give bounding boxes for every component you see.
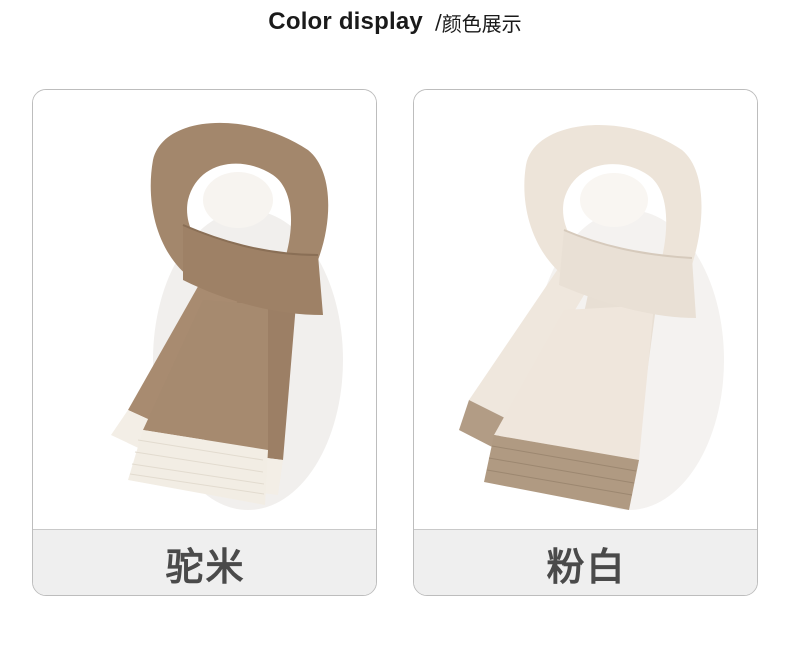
scarf-image-camel[interactable] (33, 90, 376, 529)
header-separator: / (434, 10, 442, 34)
header-title-cn: 颜色展示 (441, 11, 522, 36)
scarf-image-cream[interactable] (414, 90, 757, 529)
scarf-illustration-cream (459, 124, 724, 510)
product-card-camel[interactable]: 驼米 (32, 89, 377, 596)
header-title-en: Color display (268, 8, 423, 35)
color-label-camel: 驼米 (33, 529, 376, 595)
color-label-cream: 粉白 (414, 529, 757, 595)
product-card-cream[interactable]: 粉白 (413, 89, 758, 596)
scarf-illustration-camel (111, 122, 343, 510)
page-header: Color display / 颜色展示 (0, 4, 790, 40)
